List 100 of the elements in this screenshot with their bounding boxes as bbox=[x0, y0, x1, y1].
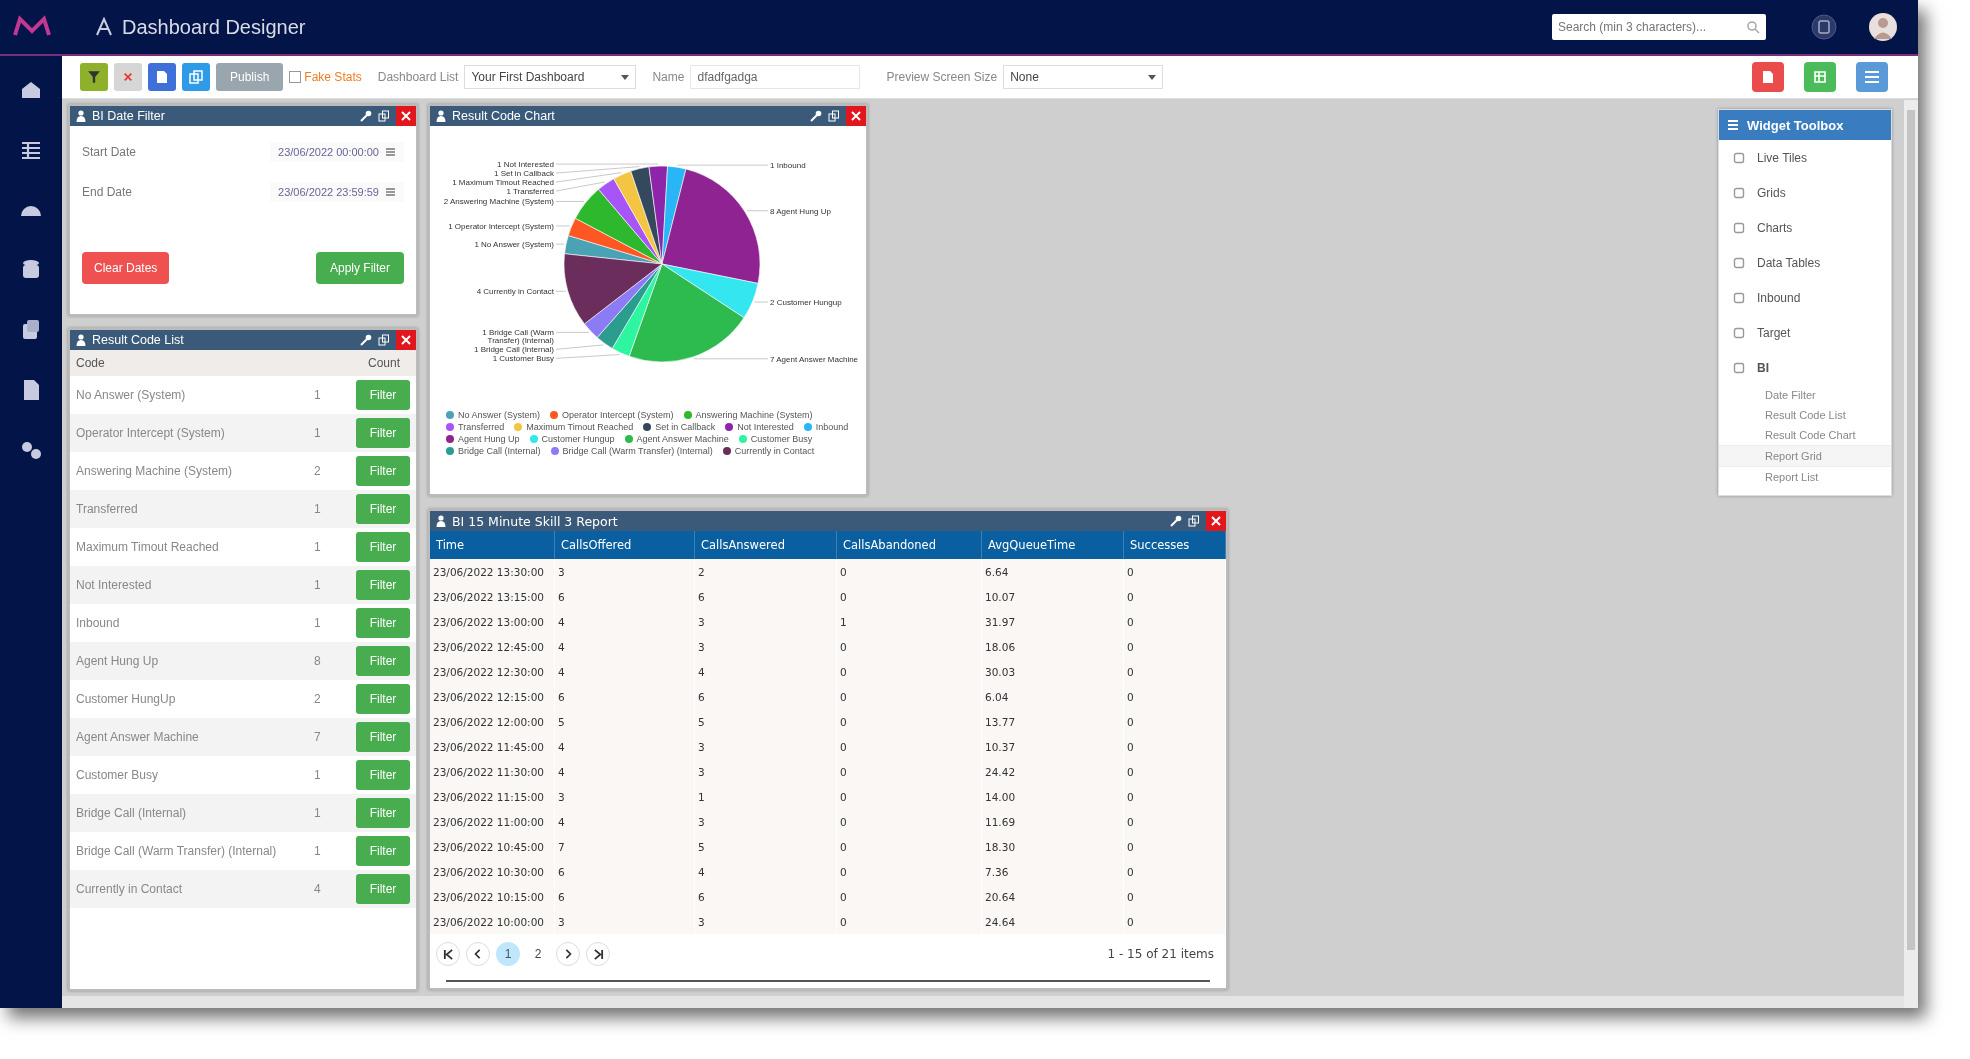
wrench-icon[interactable] bbox=[360, 334, 372, 346]
table-cell-text: Agent Hung Up bbox=[76, 654, 160, 668]
table-icon bbox=[1813, 70, 1827, 84]
vertical-scrollbar[interactable] bbox=[1904, 100, 1918, 1008]
copy-icon[interactable] bbox=[828, 110, 840, 122]
table-cell: 4 bbox=[555, 634, 695, 659]
copy-icon[interactable] bbox=[378, 110, 390, 122]
toolbox-item[interactable]: Grids bbox=[1757, 185, 1786, 200]
toolbox-item[interactable]: Inbound bbox=[1757, 290, 1801, 305]
previous-page-button[interactable] bbox=[466, 942, 490, 966]
table-cell: 0 bbox=[1124, 634, 1226, 659]
list-icon bbox=[1727, 119, 1739, 131]
document-button[interactable] bbox=[148, 63, 176, 91]
toolbox-subitem[interactable]: Result Code List bbox=[1719, 405, 1891, 425]
table-cell: 4 bbox=[695, 859, 837, 884]
legend-item[interactable]: Not Interested bbox=[725, 422, 794, 432]
column-header[interactable]: Time bbox=[430, 531, 555, 559]
designer-icon bbox=[94, 17, 114, 37]
close-icon bbox=[401, 111, 411, 121]
column-header[interactable]: CallsAnswered bbox=[695, 531, 837, 559]
name-field[interactable]: dfadfgadga bbox=[690, 65, 861, 89]
column-header[interactable]: AvgQueueTime bbox=[982, 531, 1124, 559]
legend-item[interactable]: Set in Callback bbox=[643, 422, 716, 432]
legend-item[interactable]: Bridge Call (Internal) bbox=[446, 446, 541, 456]
close-button[interactable] bbox=[1206, 511, 1226, 531]
app-title: Dashboard Designer bbox=[122, 15, 306, 39]
name-label: Name bbox=[652, 70, 685, 84]
end-date-field[interactable]: 23/06/2022 23:59:59 bbox=[270, 182, 404, 202]
leader-line bbox=[746, 210, 769, 212]
legend-item[interactable]: No Answer (System) bbox=[446, 410, 541, 420]
last-page-button[interactable] bbox=[586, 942, 610, 966]
toolbox-subitem[interactable]: Report Grid bbox=[1719, 445, 1891, 467]
legend-item[interactable]: Answering Machine (System) bbox=[683, 410, 813, 420]
dashboard-list-select[interactable]: Your First Dashboard bbox=[464, 65, 637, 89]
widget-type-icon bbox=[1733, 221, 1745, 234]
table-cell: 23/06/2022 11:15:00 bbox=[430, 784, 555, 809]
toolbox-subitem[interactable]: Report List bbox=[1719, 467, 1891, 487]
toolbox-subitem[interactable]: Date Filter bbox=[1719, 385, 1891, 405]
table-cell: 23/06/2022 10:45:00 bbox=[430, 834, 555, 859]
legend-item[interactable]: Customer Busy bbox=[738, 434, 813, 444]
copy-icon[interactable] bbox=[1188, 515, 1200, 527]
table-cell: 0 bbox=[837, 634, 982, 659]
wrench-icon[interactable] bbox=[1170, 515, 1182, 527]
first-page-button[interactable] bbox=[436, 942, 460, 966]
next-page-button[interactable] bbox=[556, 942, 580, 966]
table-cell: 23/06/2022 13:30:00 bbox=[430, 559, 555, 584]
page-button[interactable]: 2 bbox=[526, 942, 550, 966]
widget-type-icon bbox=[1733, 151, 1745, 164]
menu-button[interactable] bbox=[1856, 62, 1888, 92]
table-cell: 1 bbox=[695, 784, 837, 809]
avatar-icon[interactable] bbox=[1868, 12, 1898, 42]
wrench-icon[interactable] bbox=[810, 110, 822, 122]
legend-item[interactable]: Agent Hung Up bbox=[446, 434, 520, 444]
toolbox-item[interactable]: Live Tiles bbox=[1757, 150, 1808, 165]
clear-dates-button[interactable]: Clear Dates bbox=[82, 252, 170, 284]
toolbox-item[interactable]: Target bbox=[1757, 325, 1791, 340]
column-header[interactable]: CallsAbandoned bbox=[837, 531, 982, 559]
table-cell: 0 bbox=[1124, 559, 1226, 584]
search-field[interactable]: Search (min 3 characters)... bbox=[1552, 14, 1766, 40]
start-date-field[interactable]: 23/06/2022 00:00:00 bbox=[270, 142, 404, 162]
column-header[interactable]: Successes bbox=[1124, 531, 1226, 559]
table-cell-text: 2 bbox=[314, 692, 322, 706]
page-button[interactable]: 1 bbox=[496, 942, 520, 966]
copy-icon[interactable] bbox=[378, 334, 390, 346]
leader-line bbox=[555, 331, 590, 333]
user-icon bbox=[436, 110, 446, 122]
table-cell: 0 bbox=[837, 584, 982, 609]
legend-item[interactable]: Maximum Timout Reached bbox=[514, 422, 634, 432]
table-cell-text: 1 bbox=[314, 616, 322, 630]
table-cell: 10.37 bbox=[982, 734, 1124, 759]
legend-item[interactable]: Operator Intercept (System) bbox=[550, 410, 674, 420]
table-cell: 0 bbox=[1124, 909, 1226, 934]
filter-button[interactable] bbox=[80, 63, 108, 91]
legend-item[interactable]: Agent Answer Machine bbox=[624, 434, 729, 444]
widget-title: BI 15 Minute Skill 3 Report bbox=[452, 513, 618, 529]
table-cell: 2 bbox=[695, 559, 837, 584]
close-button[interactable] bbox=[396, 330, 416, 350]
toolbox-item[interactable]: BI bbox=[1757, 360, 1769, 375]
wrench-icon[interactable] bbox=[360, 110, 372, 122]
preview-size-select[interactable]: None bbox=[1003, 65, 1164, 89]
legend-item[interactable]: Customer Hungup bbox=[529, 434, 615, 444]
help-icon[interactable] bbox=[1810, 13, 1838, 41]
table-cell: 0 bbox=[837, 559, 982, 584]
legend-item[interactable]: Bridge Call (Warm Transfer) (Internal) bbox=[550, 446, 713, 456]
toolbox-subitem[interactable]: Result Code Chart bbox=[1719, 425, 1891, 445]
pdf-button[interactable] bbox=[1752, 62, 1784, 92]
legend-item[interactable]: Transferred bbox=[446, 422, 505, 432]
toolbox-item[interactable]: Charts bbox=[1757, 220, 1793, 235]
table-cell: 0 bbox=[837, 809, 982, 834]
legend-item[interactable]: Inbound bbox=[803, 422, 849, 432]
legend-item[interactable]: Currently in Contact bbox=[722, 446, 815, 456]
column-header[interactable]: CallsOffered bbox=[555, 531, 695, 559]
fake-stats-checkbox[interactable] bbox=[289, 71, 302, 83]
funnel-icon bbox=[87, 70, 101, 84]
table-cell-text: Not Interested bbox=[76, 578, 153, 592]
close-button[interactable] bbox=[846, 106, 866, 126]
toolbox-item[interactable]: Data Tables bbox=[1757, 255, 1821, 270]
copy-button[interactable] bbox=[182, 63, 210, 91]
close-button[interactable] bbox=[396, 106, 416, 126]
table-cell: 6 bbox=[555, 884, 695, 909]
